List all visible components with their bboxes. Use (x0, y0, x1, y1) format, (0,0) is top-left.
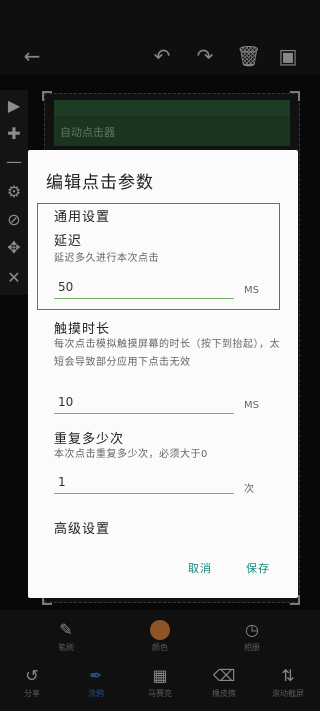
press-duration-description: 每次点击模拟触摸屏幕的时长（按下到抬起），太短会导致部分应用下点击无效 (54, 339, 280, 368)
delay-label: 延迟 (54, 234, 83, 249)
repeat-description: 本次点击重复多少次，必须大于0 (54, 449, 208, 460)
edit-click-params-dialog: 编辑点击参数 通用设置 延迟 延迟多久进行本次点击 MS 触摸时长 每次点击模拟… (28, 150, 298, 598)
repeat-input[interactable] (54, 470, 234, 494)
advanced-settings-title: 高级设置 (54, 522, 111, 537)
delay-unit: MS (244, 285, 259, 296)
press-duration-unit: MS (244, 400, 259, 411)
repeat-unit: 次 (244, 484, 254, 495)
general-settings-title: 通用设置 (54, 210, 111, 225)
save-button[interactable]: 保存 (246, 560, 270, 576)
repeat-label: 重复多少次 (54, 432, 125, 447)
press-duration-input[interactable] (54, 390, 234, 414)
dialog-title: 编辑点击参数 (46, 173, 154, 193)
delay-description: 延迟多久进行本次点击 (54, 253, 159, 264)
press-duration-label: 触摸时长 (54, 322, 111, 337)
cancel-button[interactable]: 取消 (188, 560, 212, 576)
delay-input[interactable] (54, 275, 234, 299)
